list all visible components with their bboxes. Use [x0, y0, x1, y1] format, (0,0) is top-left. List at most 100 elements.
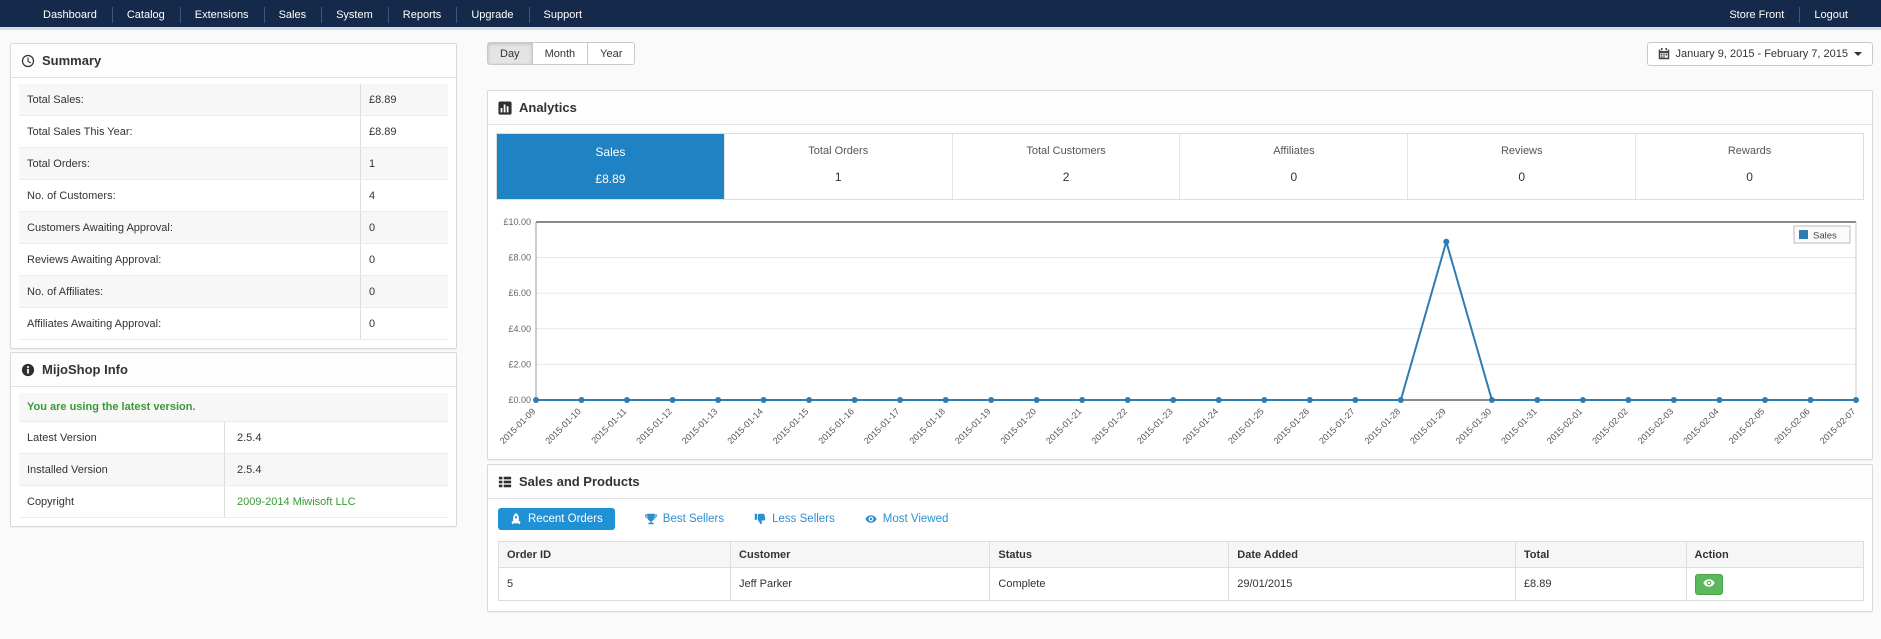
summary-row-value: 0: [360, 244, 448, 275]
svg-text:£6.00: £6.00: [508, 288, 531, 298]
main-menu: Dashboard Catalog Extensions Sales System Rep…: [28, 0, 597, 30]
info-row: Installed Version 2.5.4: [19, 454, 448, 486]
analytics-tab-total-customers[interactable]: Total Customers 2: [951, 134, 1180, 199]
date-range-button[interactable]: January 9, 2015 - February 7, 2015: [1646, 42, 1873, 66]
calendar-icon: [1658, 48, 1670, 60]
nav-item-catalog[interactable]: Catalog: [111, 0, 180, 30]
analytics-tab-label: Reviews: [1500, 145, 1543, 157]
analytics-tab-sales[interactable]: Sales £8.89: [497, 134, 724, 199]
column-header-status: Status: [989, 541, 1230, 568]
tab-most-viewed[interactable]: Most Viewed: [865, 513, 949, 525]
nav-item-support[interactable]: Support: [528, 0, 598, 30]
status-cell: Complete: [989, 567, 1230, 601]
nav-item-extensions[interactable]: Extensions: [179, 0, 264, 30]
info-row-value: 2.5.4: [237, 431, 262, 444]
sales-chart-container: £0.00 £2.00 £4.00 £6.00 £8.00 £10.00 2015-01-0…: [496, 208, 1864, 455]
order-row: 5 Jeff Parker Complete 29/01/2015 £8.89: [497, 567, 1865, 601]
summary-row-label: Customers Awaiting Approval:: [27, 221, 173, 234]
svg-text:2015-01-16: 2015-01-16: [816, 406, 856, 446]
analytics-panel: Analytics Sales £8.89 Total Orders 1 Total C…: [487, 90, 1873, 460]
summary-rows: Total Sales: £8.89 Total Sales This Year: £…: [11, 78, 456, 348]
nav-item-logout[interactable]: Logout: [1799, 0, 1863, 30]
info-row: Latest Version 2.5.4: [19, 422, 448, 454]
svg-text:2015-01-12: 2015-01-12: [634, 406, 674, 446]
svg-text:2015-02-07: 2015-02-07: [1818, 406, 1858, 446]
svg-text:2015-02-01: 2015-02-01: [1545, 406, 1585, 446]
summary-row-label: Affiliates Awaiting Approval:: [27, 317, 162, 330]
analytics-tab-affiliates[interactable]: Affiliates 0: [1179, 134, 1408, 199]
summary-header: Summary: [11, 44, 456, 78]
svg-text:2015-01-23: 2015-01-23: [1135, 406, 1175, 446]
svg-text:2015-01-29: 2015-01-29: [1408, 406, 1448, 446]
analytics-tab-value: 0: [1290, 170, 1298, 184]
caret-down-icon: [1854, 52, 1862, 56]
range-button-month[interactable]: Month: [531, 42, 589, 65]
recent-orders-table: Order ID Customer Status Date Added Total Act…: [497, 541, 1865, 601]
tab-label: Best Sellers: [662, 513, 725, 525]
view-order-button[interactable]: [1694, 573, 1723, 595]
nav-item-system[interactable]: System: [321, 0, 388, 30]
svg-text:£4.00: £4.00: [508, 324, 531, 334]
info-row: Copyright 2009-2014 Miwisoft LLC: [19, 486, 448, 518]
analytics-tab-label: Sales: [595, 145, 626, 159]
range-button-year[interactable]: Year: [587, 42, 636, 65]
svg-text:2015-01-15: 2015-01-15: [771, 406, 811, 446]
tab-label: Recent Orders: [528, 513, 603, 525]
clock-icon: [21, 54, 35, 68]
mijoshop-info-header: MijoShop Info: [11, 353, 456, 387]
svg-text:2015-02-02: 2015-02-02: [1590, 406, 1630, 446]
svg-text:2015-01-26: 2015-01-26: [1272, 406, 1312, 446]
nav-item-upgrade[interactable]: Upgrade: [456, 0, 528, 30]
analytics-tab-value: £8.89: [595, 172, 626, 186]
summary-row: Reviews Awaiting Approval: 0: [19, 244, 448, 276]
column-header-order-id: Order ID: [497, 541, 732, 568]
analytics-tab-value: 2: [1062, 170, 1070, 184]
info-row-label: Installed Version: [19, 454, 225, 485]
tab-best-sellers[interactable]: Best Sellers: [644, 513, 725, 525]
summary-row-value: 0: [360, 308, 448, 339]
svg-text:2015-01-13: 2015-01-13: [680, 406, 720, 446]
nav-item-reports[interactable]: Reports: [387, 0, 457, 30]
version-status-message: You are using the latest version.: [19, 393, 448, 422]
analytics-tab-label: Total Orders: [808, 145, 869, 157]
svg-text:2015-01-18: 2015-01-18: [907, 406, 947, 446]
svg-text:2015-02-05: 2015-02-05: [1727, 406, 1767, 446]
summary-row-value: £8.89: [360, 84, 448, 115]
svg-text:2015-01-20: 2015-01-20: [998, 406, 1038, 446]
total-cell: £8.89: [1514, 567, 1687, 601]
order-id-cell: 5: [497, 567, 732, 601]
summary-panel: Summary Total Sales: £8.89 Total Sales Thi…: [10, 43, 457, 349]
mijoshop-info-title: MijoShop Info: [42, 362, 128, 377]
tab-recent-orders[interactable]: Recent Orders: [498, 508, 615, 530]
range-button-day[interactable]: Day: [487, 42, 533, 65]
tab-label: Most Viewed: [882, 513, 949, 525]
analytics-tab-rewards[interactable]: Rewards 0: [1635, 134, 1863, 199]
action-cell: [1685, 567, 1865, 601]
nav-item-dashboard[interactable]: Dashboard: [28, 0, 112, 30]
nav-item-sales[interactable]: Sales: [263, 0, 322, 30]
customer-cell: Jeff Parker: [730, 567, 991, 601]
svg-text:2015-01-14: 2015-01-14: [725, 406, 765, 446]
copyright-link[interactable]: 2009-2014 Miwisoft LLC: [225, 486, 448, 517]
svg-text:2015-01-21: 2015-01-21: [1044, 406, 1084, 446]
summary-row-label: Reviews Awaiting Approval:: [27, 253, 162, 266]
nav-item-store-front[interactable]: Store Front: [1714, 0, 1799, 30]
summary-row-value: 0: [360, 276, 448, 307]
svg-text:2015-01-25: 2015-01-25: [1226, 406, 1266, 446]
svg-text:£8.00: £8.00: [508, 253, 531, 263]
rocket-icon: [510, 513, 522, 525]
svg-text:2015-01-28: 2015-01-28: [1363, 406, 1403, 446]
svg-text:£10.00: £10.00: [503, 217, 531, 227]
svg-text:2015-01-09: 2015-01-09: [498, 406, 538, 446]
svg-text:2015-01-31: 2015-01-31: [1499, 406, 1539, 446]
analytics-tab-reviews[interactable]: Reviews 0: [1407, 134, 1636, 199]
summary-row: Affiliates Awaiting Approval: 0: [19, 308, 448, 340]
analytics-tab-total-orders[interactable]: Total Orders 1: [723, 134, 952, 199]
bar-chart-icon: [498, 100, 512, 115]
svg-text:2015-01-27: 2015-01-27: [1317, 406, 1357, 446]
tab-less-sellers[interactable]: Less Sellers: [754, 513, 835, 525]
summary-row: Total Sales This Year: £8.89: [19, 116, 448, 148]
info-row-label: Copyright: [19, 486, 225, 517]
svg-text:£2.00: £2.00: [508, 359, 531, 369]
analytics-tab-label: Affiliates: [1273, 145, 1315, 157]
